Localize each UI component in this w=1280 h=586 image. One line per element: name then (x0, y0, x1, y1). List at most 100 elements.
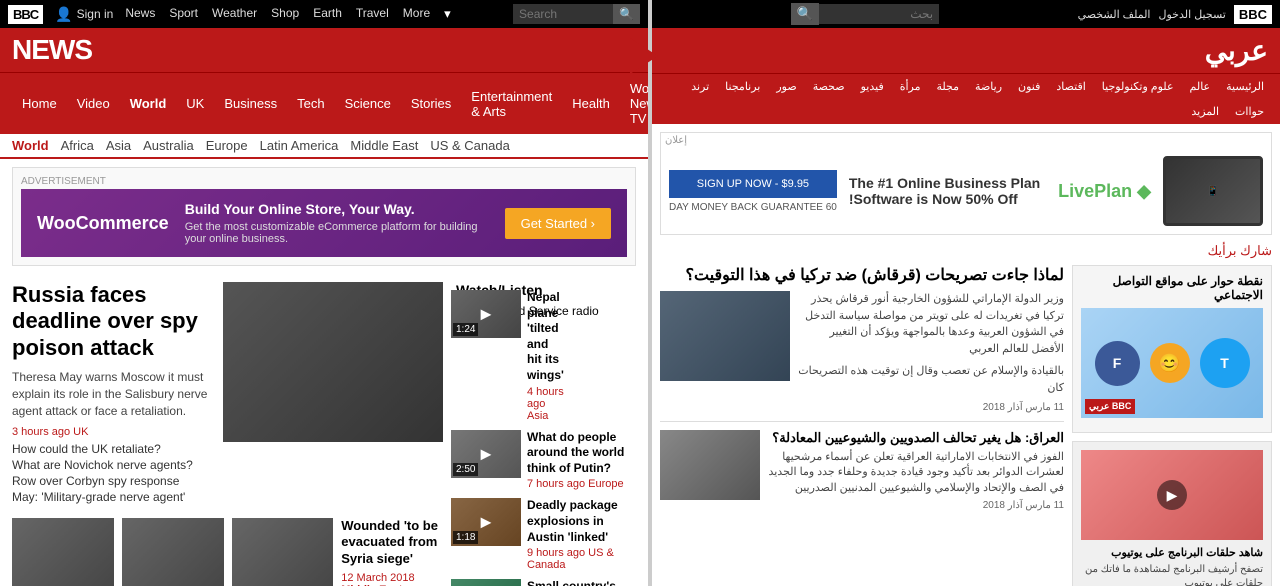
sub-nav-world[interactable]: World (12, 138, 49, 153)
sub-nav-us-canada[interactable]: US & Canada (430, 138, 510, 153)
nav-business[interactable]: Business (214, 88, 287, 119)
arabic-nav-13[interactable]: حواات (1227, 99, 1272, 124)
arabic-search-button[interactable]: 🔍 (791, 3, 820, 25)
main-story-summary: Theresa May warns Moscow it must explain… (12, 369, 211, 419)
news-header: NEWS (0, 28, 648, 72)
nepal-story-image (122, 518, 224, 586)
arabic-nav-11[interactable]: برنامجنا (717, 74, 768, 99)
arabic-nav-6[interactable]: مجلة (929, 74, 968, 99)
arabic-youtube-box: ▶ شاهد حلقات البرنامج على يوتيوب تصفح أر… (1072, 441, 1272, 586)
signup-button[interactable]: SIGN UP NOW - $9.95 (669, 170, 837, 198)
main-story-sub-links: How could the UK retaliate? What are Nov… (12, 442, 211, 504)
top-nav-travel[interactable]: Travel (356, 6, 389, 22)
top-nav-news[interactable]: News (125, 6, 155, 22)
arabic-nav-3[interactable]: اقتصاد (1048, 74, 1093, 99)
video-list: ▶ 1:24 Nepal plane 'tilted and hit its w… (451, 290, 636, 586)
arabic-nav-1[interactable]: عالم (1182, 74, 1219, 99)
arabic-nav-12[interactable]: ترند (683, 74, 717, 99)
nav-video[interactable]: Video (67, 88, 120, 119)
nav-home[interactable]: Home (12, 88, 67, 119)
arabic-ad-banner: إعلان 📱 ◆ LivePlan The #1 Online Busines… (660, 132, 1272, 235)
arabic-youtube-title[interactable]: شاهد حلقات البرنامج على يوتيوب (1081, 546, 1263, 559)
main-nav: Home Video World UK Business Tech Scienc… (0, 72, 648, 134)
play-icon-2: ▶ (481, 514, 492, 531)
arabic-nav-14[interactable]: المزيد (1183, 99, 1227, 124)
search-input[interactable] (513, 4, 613, 24)
wounded-story-headline[interactable]: Wounded 'to be evacuated from Syria sieg… (341, 518, 443, 569)
arabic-second-article-image (660, 430, 760, 500)
nav-stories[interactable]: Stories (401, 88, 461, 119)
twitter-icon: T (1200, 338, 1250, 388)
arabic-search-area: 🔍 (791, 3, 940, 25)
sub-nav-latin-america[interactable]: Latin America (260, 138, 339, 153)
main-story-headline[interactable]: Russia faces deadline over spy poison at… (12, 282, 211, 361)
woocommerce-logo: WooCommerce (37, 213, 169, 234)
ad-text: Build Your Online Store, Your Way. Get t… (185, 201, 489, 245)
top-nav-earth[interactable]: Earth (313, 6, 342, 22)
arabic-nav-0[interactable]: الرئيسية (1218, 74, 1272, 99)
arabic-ad-inner: 📱 ◆ LivePlan The #1 Online Business Plan… (661, 148, 1271, 234)
arabic-nav-5[interactable]: رياضة (967, 74, 1010, 99)
sub-nav-asia[interactable]: Asia (106, 138, 131, 153)
top-nav-more[interactable]: More (403, 6, 430, 22)
video-title-0[interactable]: Nepal plane 'tilted and hit its wings' (527, 290, 564, 384)
nav-uk[interactable]: UK (176, 88, 214, 119)
video-title-3[interactable]: Small country's big obesity problem (527, 579, 636, 586)
arabic-search-input[interactable] (819, 4, 939, 24)
wounded-story-meta: 12 March 2018 (341, 572, 443, 584)
arabic-nav-2[interactable]: علوم وتكنولوجيا (1094, 74, 1182, 99)
arabic-nav-10[interactable]: صور (768, 74, 804, 99)
sub-link-2[interactable]: Row over Corbyn spy response (12, 474, 211, 488)
video-meta-0: 4 hours ago Asia (527, 386, 564, 422)
arabic-ad-label: إعلان (661, 133, 1271, 148)
video-item-2: ▶ 1:18 Deadly package explosions in Aust… (451, 498, 636, 571)
nav-world[interactable]: World (120, 88, 177, 119)
top-nav-sport[interactable]: Sport (169, 6, 198, 22)
nav-tv[interactable]: World News TV (620, 73, 648, 134)
search-button[interactable]: 🔍 (613, 4, 640, 24)
arabic-nav-8[interactable]: فيديو (853, 74, 892, 99)
arabic-nav-9[interactable]: صحصة (805, 74, 853, 99)
nav-health[interactable]: Health (562, 88, 620, 119)
video-title-1[interactable]: What do people around the world think of… (527, 430, 636, 477)
arabic-content-area: إعلان 📱 ◆ LivePlan The #1 Online Busines… (652, 124, 1280, 586)
play-icon-1: ▶ (481, 445, 492, 462)
arabic-main-meta: 11 مارس آذار 2018 (798, 402, 1064, 413)
video-thumb-1[interactable]: ▶ 2:50 (451, 430, 521, 478)
nav-tech[interactable]: Tech (287, 88, 334, 119)
arabic-second-headline[interactable]: العراق: هل يغير تحالف الصدويين والشيوعيي… (768, 430, 1064, 446)
video-title-2[interactable]: Deadly package explosions in Austin 'lin… (527, 498, 636, 545)
sub-link-0[interactable]: How could the UK retaliate? (12, 442, 211, 456)
bottom-stories: Trump blocks biggest tech takeover He ci… (12, 518, 443, 586)
video-thumb-3[interactable]: ▶ 2:01 (451, 579, 521, 586)
putin-image (223, 282, 443, 442)
story-nepal: Nepal survivors describe air crash horro… (122, 518, 224, 586)
video-thumb-0[interactable]: ▶ 1:24 (451, 290, 521, 338)
arabic-bbc-logo: BBC (1234, 5, 1272, 24)
nav-science[interactable]: Science (335, 88, 401, 119)
arabic-main-headline[interactable]: لماذا جاءت تصريحات (قرقاش) ضد تركيا في ه… (660, 265, 1064, 285)
video-item-1: ▶ 2:50 What do people around the world t… (451, 430, 636, 491)
ad-cta-button[interactable]: Get Started › (505, 208, 611, 239)
arabic-nav-7[interactable]: مرأة (892, 74, 929, 99)
video-thumb-2[interactable]: ▶ 1:18 (451, 498, 521, 546)
sub-link-3[interactable]: May: 'Military-grade nerve agent' (12, 490, 211, 504)
top-nav-weather[interactable]: Weather (212, 6, 257, 22)
arabic-nav-4[interactable]: فنون (1010, 74, 1048, 99)
top-nav-shop[interactable]: Shop (271, 6, 299, 22)
arabic-second-article-text: العراق: هل يغير تحالف الصدويين والشيوعيي… (768, 430, 1064, 511)
ad-headline: Build Your Online Store, Your Way. (185, 201, 489, 217)
sub-nav-middle-east[interactable]: Middle East (350, 138, 418, 153)
sub-nav-africa[interactable]: Africa (61, 138, 94, 153)
arabic-social-box: نقطة حوار على مواقع التواصل الاجتماعي T … (1072, 265, 1272, 433)
share-link[interactable]: شارك برأيك (1208, 243, 1272, 258)
content-area: Russia faces deadline over spy poison at… (0, 274, 648, 586)
arabic-profile-link[interactable]: تسجيل الدخول (1158, 8, 1225, 21)
sub-nav-europe[interactable]: Europe (206, 138, 248, 153)
sub-nav-australia[interactable]: Australia (143, 138, 194, 153)
more-arrow: ▾ (444, 6, 451, 22)
arabic-signin-link[interactable]: الملف الشخصي (1078, 8, 1151, 21)
sub-link-1[interactable]: What are Novichok nerve agents? (12, 458, 211, 472)
nav-entertainment[interactable]: Entertainment & Arts (461, 81, 562, 127)
signin-link[interactable]: 👤 Sign in (55, 6, 113, 23)
